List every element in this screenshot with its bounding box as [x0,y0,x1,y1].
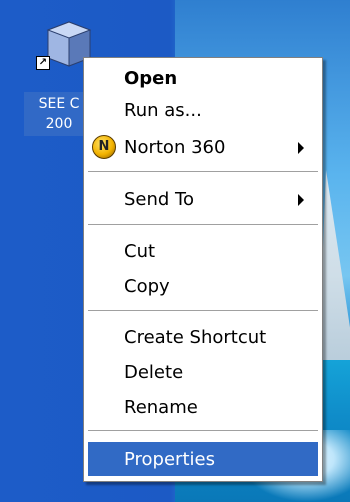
norton-icon: N [92,135,116,159]
menu-item-label: Create Shortcut [124,326,267,348]
menu-item-label: Copy [124,275,170,297]
menu-item-properties[interactable]: Properties [88,442,318,476]
menu-item-label: Send To [124,188,195,210]
menu-item-send-to[interactable]: Send To [88,184,318,214]
menu-item-run-as[interactable]: Run as... [88,95,318,125]
submenu-arrow-icon [298,142,304,154]
submenu-arrow-icon [298,194,304,206]
menu-separator [88,224,318,226]
menu-separator [88,310,318,312]
menu-item-label: Cut [124,240,156,262]
context-menu: Open Run as... N Norton 360 Send To Cut … [83,57,323,482]
menu-item-label: Open [124,67,178,89]
menu-item-norton-360[interactable]: N Norton 360 [88,132,318,162]
menu-item-open[interactable]: Open [88,63,318,93]
menu-separator [88,171,318,173]
menu-item-cut[interactable]: Cut [88,236,318,266]
menu-item-rename[interactable]: Rename [88,392,318,422]
menu-item-label: Rename [124,396,198,418]
menu-item-copy[interactable]: Copy [88,271,318,301]
shortcut-arrow-icon: ↗ [36,56,50,70]
menu-item-delete[interactable]: Delete [88,357,318,387]
menu-item-label: Norton 360 [124,136,226,158]
menu-item-label: Delete [124,361,184,383]
menu-item-label: Properties [124,448,215,470]
menu-item-create-shortcut[interactable]: Create Shortcut [88,322,318,352]
menu-item-label: Run as... [124,99,202,121]
menu-separator [88,430,318,432]
